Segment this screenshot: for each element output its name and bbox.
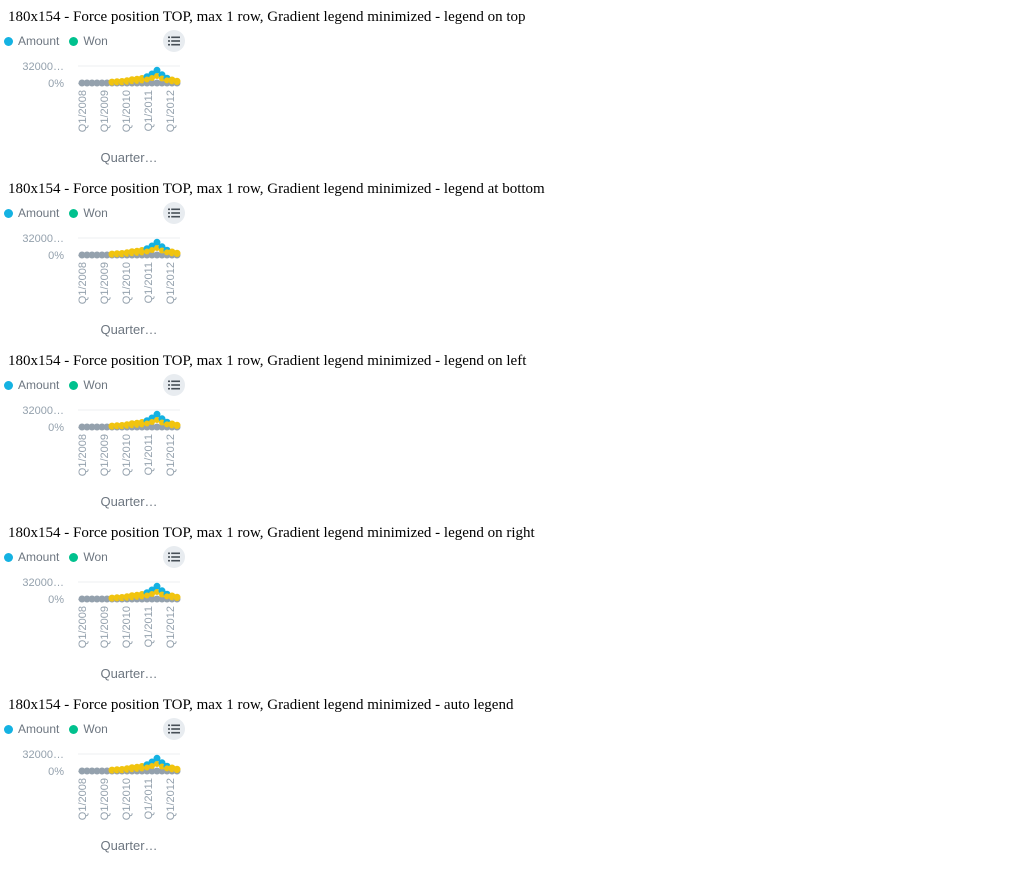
panel-title: 180x154 - Force position TOP, max 1 row,… [8, 9, 526, 25]
x-tick-label: Q1/2009 [99, 262, 111, 304]
x-axis-title: Quarter… [100, 666, 158, 681]
x-tick-label: Q1/2011 [143, 778, 155, 819]
x-tick-label: Q1/2012 [165, 606, 177, 648]
data-point-secondary[interactable] [174, 595, 180, 601]
x-axis-title: Quarter… [100, 150, 158, 165]
x-tick-label: Q1/2008 [77, 434, 89, 476]
panel-title: 180x154 - Force position TOP, max 1 row,… [8, 353, 527, 369]
panel-title: 180x154 - Force position TOP, max 1 row,… [8, 697, 514, 713]
x-tick-label: Q1/2012 [165, 434, 177, 476]
x-tick-label: Q1/2009 [99, 434, 111, 476]
y-tick-label: 0% [48, 78, 64, 90]
data-point-secondary[interactable] [174, 423, 180, 429]
x-tick-label: Q1/2008 [77, 90, 89, 132]
chart-panel: 180x154 - Force position TOP, max 1 row,… [0, 516, 1024, 688]
x-tick-label: Q1/2010 [121, 606, 133, 648]
chart: Amount Won 32000… 0% Q1/2008 Q1/2009 Q1/2010 Q1… [0, 372, 190, 516]
x-tick-label: Q1/2009 [99, 90, 111, 132]
x-tick-label: Q1/2010 [121, 434, 133, 476]
x-tick-label: Q1/2012 [165, 778, 177, 820]
x-tick-label: Q1/2009 [99, 778, 111, 820]
chart-panel: 180x154 - Force position TOP, max 1 row,… [0, 172, 1024, 344]
chart: Amount Won 32000… 0% Q1/2008 Q1/2009 Q1/2010 Q1… [0, 716, 190, 860]
y-tick-label: 32000… [22, 749, 64, 761]
y-tick-label: 0% [48, 766, 64, 778]
chart-panel: 180x154 - Force position TOP, max 1 row,… [0, 0, 1024, 172]
y-tick-label: 32000… [22, 61, 64, 73]
panel-title: 180x154 - Force position TOP, max 1 row,… [8, 525, 535, 541]
x-tick-label: Q1/2010 [121, 90, 133, 132]
y-tick-label: 0% [48, 250, 64, 262]
chart: Amount Won 32000… 0% Q1/2008 Q1/2009 Q1/2010 Q1… [0, 200, 190, 344]
chart-panel: 180x154 - Force position TOP, max 1 row,… [0, 344, 1024, 516]
y-tick-label: 0% [48, 422, 64, 434]
x-tick-label: Q1/2012 [165, 90, 177, 132]
y-tick-label: 32000… [22, 233, 64, 245]
x-tick-label: Q1/2010 [121, 262, 133, 304]
x-tick-label: Q1/2011 [143, 90, 155, 131]
x-tick-label: Q1/2011 [143, 262, 155, 303]
x-tick-label: Q1/2012 [165, 262, 177, 304]
x-axis-title: Quarter… [100, 494, 158, 509]
y-tick-label: 32000… [22, 405, 64, 417]
y-tick-label: 32000… [22, 577, 64, 589]
x-axis-title: Quarter… [100, 322, 158, 337]
x-tick-label: Q1/2008 [77, 262, 89, 304]
chart: Amount Won 32000… 0% Q1/2008 Q1/2009 Q1/2010 Q1… [0, 544, 190, 688]
x-tick-label: Q1/2008 [77, 778, 89, 820]
data-point-secondary[interactable] [174, 251, 180, 257]
chart: Amount Won 32000… 0% Q1/2008 Q1/2009 Q1/2010 Q1… [0, 28, 190, 172]
y-tick-label: 0% [48, 594, 64, 606]
x-tick-label: Q1/2011 [143, 606, 155, 647]
x-tick-label: Q1/2011 [143, 434, 155, 475]
x-axis-title: Quarter… [100, 838, 158, 853]
x-tick-label: Q1/2010 [121, 778, 133, 820]
data-point-secondary[interactable] [174, 79, 180, 85]
chart-panel: 180x154 - Force position TOP, max 1 row,… [0, 688, 1024, 860]
x-tick-label: Q1/2009 [99, 606, 111, 648]
data-point-secondary[interactable] [174, 767, 180, 773]
x-tick-label: Q1/2008 [77, 606, 89, 648]
panel-title: 180x154 - Force position TOP, max 1 row,… [8, 181, 545, 197]
